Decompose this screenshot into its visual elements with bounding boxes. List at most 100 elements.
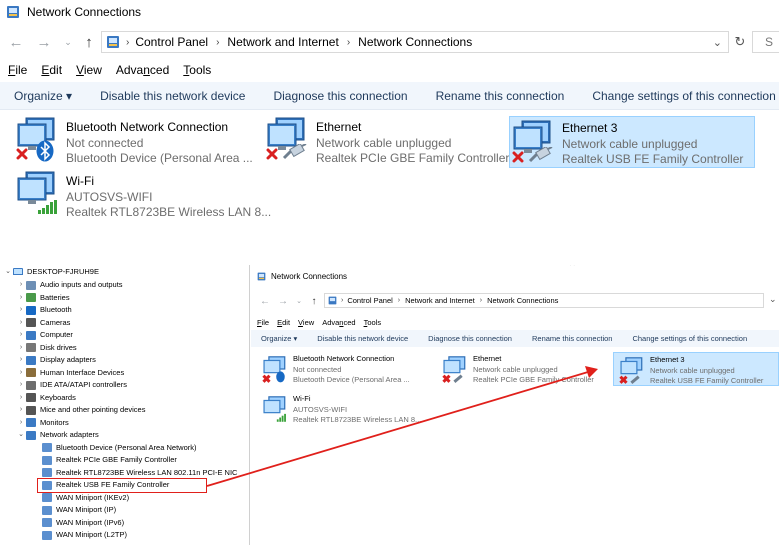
tree-category-cameras[interactable]: › Cameras bbox=[16, 317, 70, 330]
breadcrumb-network-connections[interactable]: Network Connections bbox=[358, 35, 472, 49]
expand-arrow-icon[interactable]: › bbox=[16, 317, 26, 330]
tree-category-audio-inputs-and-outputs[interactable]: › Audio inputs and outputs bbox=[16, 279, 123, 292]
connection-status: AUTOSVS-WIFI bbox=[293, 404, 348, 414]
disable-device-button[interactable]: Disable this network device bbox=[307, 334, 418, 343]
expand-arrow-icon[interactable]: › bbox=[16, 367, 26, 380]
tree-network-adapter[interactable]: Bluetooth Device (Personal Area Network) bbox=[34, 442, 196, 455]
network-connections-window: Network Connections ← → ⌄ ↑ › Control Pa… bbox=[0, 0, 779, 220]
device-category-icon bbox=[26, 343, 36, 353]
change-settings-button[interactable]: Change settings of this connection bbox=[578, 89, 779, 103]
network-monitor-icon bbox=[619, 357, 643, 384]
tree-category-disk-drives[interactable]: › Disk drives bbox=[16, 342, 77, 355]
diagnose-connection-button[interactable]: Diagnose this connection bbox=[259, 89, 421, 103]
organize-button[interactable]: Organize ▾ bbox=[251, 334, 307, 343]
refresh-icon[interactable]: ↻ bbox=[730, 32, 750, 52]
expand-arrow-icon[interactable]: › bbox=[16, 329, 26, 342]
address-box[interactable]: › Control Panel › Network and Internet ›… bbox=[324, 293, 764, 308]
address-dropdown-icon[interactable]: ⌄ bbox=[713, 36, 722, 49]
tree-category-monitors[interactable]: › Monitors bbox=[16, 417, 69, 430]
expand-arrow-icon[interactable]: › bbox=[16, 404, 26, 417]
menu-tools[interactable]: Tools bbox=[364, 318, 382, 327]
menu-advanced[interactable]: Advanced bbox=[116, 63, 169, 77]
address-box[interactable]: › Control Panel › Network and Internet ›… bbox=[101, 31, 729, 53]
recent-chevron-icon[interactable]: ⌄ bbox=[58, 32, 78, 52]
control-panel-icon bbox=[107, 36, 119, 48]
window-titlebar: Network Connections bbox=[257, 272, 347, 281]
expand-arrow-icon[interactable]: › bbox=[16, 292, 26, 305]
tree-category-human-interface-devices[interactable]: › Human Interface Devices bbox=[16, 367, 124, 380]
tree-category-computer[interactable]: › Computer bbox=[16, 329, 73, 342]
menu-file[interactable]: File bbox=[257, 318, 269, 327]
expand-arrow-icon[interactable]: › bbox=[16, 304, 26, 317]
breadcrumb-control-panel[interactable]: Control Panel bbox=[135, 35, 208, 49]
connection-item-wifi[interactable]: Wi-Fi AUTOSVS-WIFI Realtek RTL8723BE Wir… bbox=[251, 392, 431, 426]
back-arrow-icon[interactable]: ← bbox=[255, 291, 275, 311]
menu-file[interactable]: File bbox=[8, 63, 27, 77]
rename-connection-button[interactable]: Rename this connection bbox=[522, 334, 622, 343]
tree-category-network-adapters[interactable]: ⌄ Network adapters bbox=[16, 429, 99, 442]
address-dropdown-icon[interactable]: ⌄ bbox=[769, 294, 777, 305]
tree-label: WAN Miniport (IP) bbox=[56, 505, 117, 514]
expand-arrow-icon[interactable]: › bbox=[16, 279, 26, 292]
ethernet-cable-icon bbox=[282, 144, 307, 160]
tree-label: Cameras bbox=[40, 317, 71, 327]
breadcrumb-network-connections[interactable]: Network Connections bbox=[487, 296, 558, 305]
back-arrow-icon[interactable]: ← bbox=[6, 32, 26, 52]
connection-item-ethernet[interactable]: Ethernet Network cable unplugged Realtek… bbox=[431, 352, 611, 386]
menu-edit[interactable]: Edit bbox=[41, 63, 62, 77]
connection-item-bluetooth[interactable]: Bluetooth Network Connection Not connect… bbox=[251, 352, 431, 386]
breadcrumb-network-and-internet[interactable]: Network and Internet bbox=[405, 296, 475, 305]
organize-button[interactable]: Organize ▾ bbox=[0, 89, 86, 103]
change-settings-button[interactable]: Change settings of this connection bbox=[622, 334, 757, 343]
tree-network-adapter[interactable]: WAN Miniport (L2TP) bbox=[34, 529, 127, 542]
expand-arrow-icon[interactable]: › bbox=[16, 379, 26, 392]
menu-edit[interactable]: Edit bbox=[277, 318, 290, 327]
tree-category-display-adapters[interactable]: › Display adapters bbox=[16, 354, 96, 367]
tree-label: IDE ATA/ATAPI controllers bbox=[40, 380, 127, 389]
menu-tools[interactable]: Tools bbox=[183, 63, 211, 77]
menu-view[interactable]: View bbox=[76, 63, 102, 77]
red-x-icon bbox=[266, 148, 278, 160]
rename-connection-button[interactable]: Rename this connection bbox=[422, 89, 579, 103]
search-box[interactable]: S bbox=[752, 31, 779, 53]
tree-network-adapter[interactable]: WAN Miniport (IKEv2) bbox=[34, 492, 129, 505]
tree-network-adapter[interactable]: WAN Miniport (IPv6) bbox=[34, 517, 124, 530]
tree-category-keyboards[interactable]: › Keyboards bbox=[16, 392, 76, 405]
tree-category-bluetooth[interactable]: › Bluetooth bbox=[16, 304, 72, 317]
tree-label: WAN Miniport (L2TP) bbox=[56, 530, 127, 539]
tree-network-adapter[interactable]: Realtek PCIe GBE Family Controller bbox=[34, 454, 177, 467]
connection-status: Network cable unplugged bbox=[473, 364, 558, 374]
expand-arrow-icon[interactable]: › bbox=[16, 342, 26, 355]
disable-device-button[interactable]: Disable this network device bbox=[86, 89, 259, 103]
tree-label: Computer bbox=[40, 330, 73, 339]
up-arrow-icon[interactable]: ↑ bbox=[79, 32, 99, 52]
up-arrow-icon[interactable]: ↑ bbox=[304, 291, 324, 311]
expand-arrow-icon[interactable]: › bbox=[16, 392, 26, 405]
tree-network-adapter[interactable]: WAN Miniport (IP) bbox=[34, 504, 116, 517]
expand-arrow-icon[interactable]: › bbox=[16, 354, 26, 367]
connection-item-ethernet-3[interactable]: Ethernet 3 Network cable unplugged Realt… bbox=[509, 116, 755, 168]
tree-category-mice-and-other-pointing-devices[interactable]: › Mice and other pointing devices bbox=[16, 404, 145, 417]
menu-view[interactable]: View bbox=[298, 318, 314, 327]
device-category-icon bbox=[26, 368, 36, 378]
device-category-icon bbox=[26, 318, 36, 328]
connection-item-bluetooth[interactable]: Bluetooth Network Connection Not connect… bbox=[0, 114, 253, 166]
collapse-arrow-icon[interactable]: ⌄ bbox=[3, 266, 13, 279]
network-adapter-icon bbox=[42, 518, 52, 528]
expand-arrow-icon[interactable]: › bbox=[16, 417, 26, 430]
device-category-icon bbox=[26, 280, 36, 290]
breadcrumb-control-panel[interactable]: Control Panel bbox=[347, 296, 392, 305]
forward-arrow-icon[interactable]: → bbox=[34, 32, 54, 52]
diagnose-connection-button[interactable]: Diagnose this connection bbox=[418, 334, 522, 343]
breadcrumb-network-and-internet[interactable]: Network and Internet bbox=[227, 35, 338, 49]
menu-advanced[interactable]: Advanced bbox=[322, 318, 355, 327]
collapse-arrow-icon[interactable]: ⌄ bbox=[16, 429, 26, 442]
device-manager-tree: ⌄ DESKTOP-FJRUH9E › Audio inputs and outp… bbox=[0, 265, 250, 545]
breadcrumb-separator-icon: › bbox=[341, 297, 344, 304]
connection-item-ethernet[interactable]: Ethernet Network cable unplugged Realtek… bbox=[250, 114, 509, 166]
tree-root[interactable]: ⌄ DESKTOP-FJRUH9E bbox=[3, 266, 99, 279]
connection-item-ethernet-3[interactable]: Ethernet 3 Network cable unplugged Realt… bbox=[613, 352, 779, 386]
connection-item-wifi[interactable]: Wi-Fi AUTOSVS-WIFI Realtek RTL8723BE Wir… bbox=[0, 168, 271, 220]
tree-category-ide-ata-atapi-controllers[interactable]: › IDE ATA/ATAPI controllers bbox=[16, 379, 127, 392]
tree-category-batteries[interactable]: › Batteries bbox=[16, 292, 70, 305]
